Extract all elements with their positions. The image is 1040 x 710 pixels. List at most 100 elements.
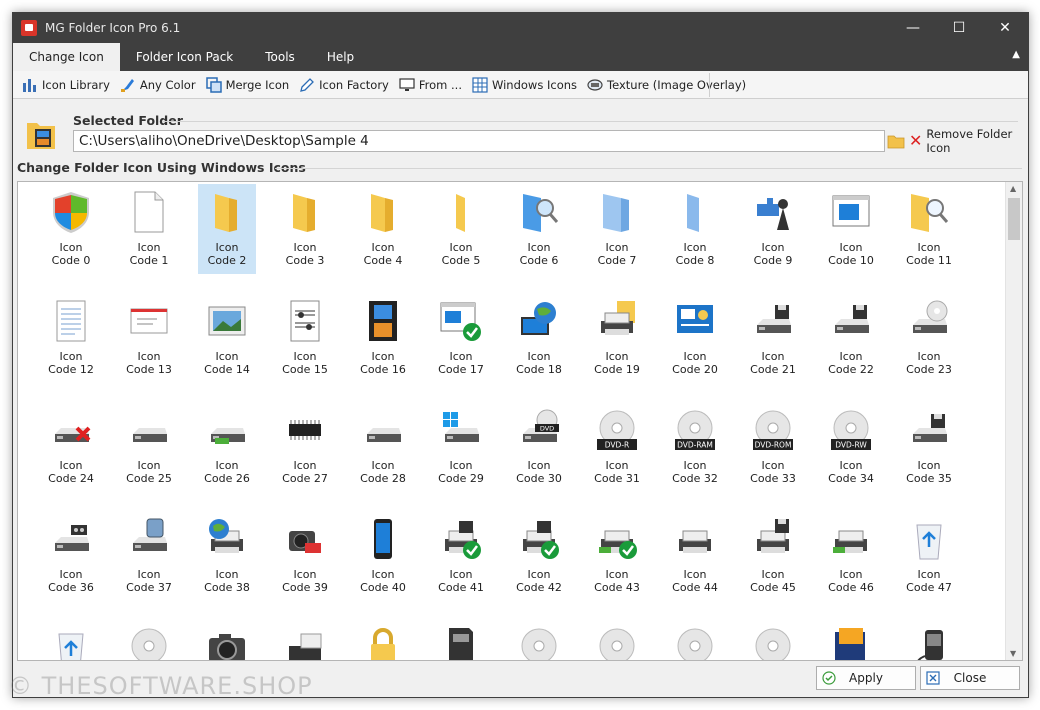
icon-tile[interactable]: Icon Code 13 [120, 293, 178, 383]
close-window-button[interactable]: ✕ [982, 13, 1028, 43]
icon-tile-code: Code 9 [753, 254, 793, 267]
icon-tile[interactable]: Icon Code 18 [510, 293, 568, 383]
icon-tile[interactable]: Icon Code 16 [354, 293, 412, 383]
tab-change-icon[interactable]: Change Icon [13, 43, 120, 71]
any-color-button[interactable]: Any Color [115, 72, 201, 98]
icon-tile[interactable]: Icon Code 19 [588, 293, 646, 383]
icon-tile[interactable]: Icon Code 39 [276, 511, 334, 601]
icon-tile-label-prefix: Icon [137, 568, 161, 581]
browse-folder-icon[interactable] [887, 132, 905, 150]
icon-tile[interactable]: DVD-R Icon Code 31 [588, 402, 646, 492]
icon-tile[interactable]: Icon Code 27 [276, 402, 334, 492]
icon-tile[interactable]: Icon Code 10 [822, 184, 880, 274]
icon-tile[interactable]: IconCode 49 [120, 620, 178, 660]
icon-tile[interactable]: Icon Code 20 [666, 293, 724, 383]
icon-tile[interactable]: Icon Code 8 [666, 184, 724, 274]
icon-tile[interactable]: Icon Code 23 [900, 293, 958, 383]
windows-icons-button[interactable]: Windows Icons [467, 72, 582, 98]
icon-tile[interactable]: Icon Code 5 [432, 184, 490, 274]
icon-tile-label-prefix: Icon [527, 568, 551, 581]
icon-tile[interactable]: Icon Code 14 [198, 293, 256, 383]
icon-tile[interactable]: Icon Code 29 [432, 402, 490, 492]
icon-tile[interactable]: IconCode 53 [432, 620, 490, 660]
icon-tile[interactable]: Icon Code 4 [354, 184, 412, 274]
texture-button[interactable]: Texture (Image Overlay) [582, 72, 751, 98]
icon-tile[interactable]: IconCode 56 [666, 620, 724, 660]
globe-printer-icon [205, 517, 249, 561]
tab-help[interactable]: Help [311, 43, 370, 71]
icon-library-button[interactable]: Icon Library [17, 72, 115, 98]
icon-tile[interactable]: IconCode 48 [42, 620, 100, 660]
icon-tile[interactable]: Icon Code 15 [276, 293, 334, 383]
icon-tile[interactable]: Icon Code 21 [744, 293, 802, 383]
icon-tile[interactable]: Icon Code 3 [276, 184, 334, 274]
merge-icon-button[interactable]: Merge Icon [201, 72, 295, 98]
icon-tile[interactable]: DVD-RW Icon Code 34 [822, 402, 880, 492]
title-bar[interactable]: MG Folder Icon Pro 6.1 — ☐ ✕ [13, 13, 1028, 43]
icon-tile-label: Icon Code 28 [354, 459, 412, 485]
icon-tile[interactable]: DVD Icon Code 30 [510, 402, 568, 492]
icon-tile-label: Icon Code 8 [666, 241, 724, 267]
icon-tile-code: Code 5 [441, 254, 481, 267]
icon-tile[interactable]: Icon Code 35 [900, 402, 958, 492]
maximize-button[interactable]: ☐ [936, 13, 982, 43]
icon-tile[interactable]: IconCode 57 [744, 620, 802, 660]
icon-tile[interactable]: IconCode 59 [900, 620, 958, 660]
icon-tile[interactable]: Icon Code 46 [822, 511, 880, 601]
icon-tile[interactable]: Icon Code 12 [42, 293, 100, 383]
icon-tile[interactable]: IconCode 52 [354, 620, 412, 660]
icon-tile[interactable]: Icon Code 38 [198, 511, 256, 601]
icon-tile[interactable]: IconCode 58 [822, 620, 880, 660]
icon-tile[interactable]: Icon Code 47 [900, 511, 958, 601]
watermark-text: © THESOFTWARE.SHOP [8, 672, 313, 700]
icon-factory-button[interactable]: Icon Factory [294, 72, 394, 98]
icon-tile[interactable]: Icon Code 44 [666, 511, 724, 601]
icon-tile[interactable]: Icon Code 41 [432, 511, 490, 601]
icon-tile[interactable]: Icon Code 11 [900, 184, 958, 274]
icon-tile[interactable]: Icon Code 0 [42, 184, 100, 274]
icon-tile[interactable]: DVD-ROM Icon Code 33 [744, 402, 802, 492]
remove-folder-icon-button[interactable]: ✕ Remove Folder Icon [909, 127, 1022, 155]
icon-tile[interactable]: Icon Code 2 [198, 184, 256, 274]
icon-tile-label-prefix: Icon [761, 459, 785, 472]
icon-tile[interactable]: Icon Code 9 [744, 184, 802, 274]
icon-tile[interactable]: Icon Code 37 [120, 511, 178, 601]
icon-tile[interactable]: Icon Code 7 [588, 184, 646, 274]
icon-tile[interactable]: Icon Code 24 [42, 402, 100, 492]
icon-tile-code: Code 12 [48, 363, 94, 376]
icon-tile[interactable]: Icon Code 28 [354, 402, 412, 492]
tab-tools[interactable]: Tools [249, 43, 311, 71]
icon-tile[interactable]: IconCode 50 [198, 620, 256, 660]
icon-tile[interactable]: Icon Code 26 [198, 402, 256, 492]
apply-button[interactable]: Apply [816, 666, 916, 690]
vertical-scrollbar[interactable]: ▲ ▼ [1005, 182, 1022, 660]
icon-tile[interactable]: Icon Code 25 [120, 402, 178, 492]
windows-icons-group-label: Change Folder Icon Using Windows Icons [17, 160, 306, 175]
icon-tile-label: Icon Code 37 [120, 568, 178, 594]
icon-tile[interactable]: Icon Code 6 [510, 184, 568, 274]
icon-tile[interactable]: Icon Code 43 [588, 511, 646, 601]
tab-folder-icon-pack[interactable]: Folder Icon Pack [120, 43, 249, 71]
folder-search-blue-icon [517, 190, 561, 234]
icon-tile[interactable]: Icon Code 1 [120, 184, 178, 274]
icon-tile[interactable]: DVD-RAM Icon Code 32 [666, 402, 724, 492]
icon-tile[interactable]: Icon Code 17 [432, 293, 490, 383]
icon-tile[interactable]: IconCode 54 [510, 620, 568, 660]
icon-tile[interactable]: Icon Code 36 [42, 511, 100, 601]
minimize-button[interactable]: — [890, 13, 936, 43]
icon-tile[interactable]: Icon Code 45 [744, 511, 802, 601]
icon-tile[interactable]: Icon Code 40 [354, 511, 412, 601]
scroll-down-icon[interactable]: ▼ [1010, 649, 1016, 658]
scrollbar-thumb[interactable] [1008, 198, 1020, 240]
icon-tile-label: Icon Code 20 [666, 350, 724, 376]
from-button[interactable]: From ... [394, 72, 467, 98]
close-button[interactable]: Close [920, 666, 1020, 690]
icon-tile[interactable]: IconCode 51 [276, 620, 334, 660]
icon-tile-label: Icon Code 34 [822, 459, 880, 485]
collapse-ribbon-icon[interactable]: ▲ [1012, 49, 1020, 60]
icon-tile[interactable]: Icon Code 42 [510, 511, 568, 601]
scroll-up-icon[interactable]: ▲ [1010, 184, 1016, 193]
icon-tile[interactable]: Icon Code 22 [822, 293, 880, 383]
icon-tile[interactable]: IconCode 55 [588, 620, 646, 660]
folder-path-field[interactable]: C:\Users\aliho\OneDrive\Desktop\Sample 4 [73, 130, 885, 152]
